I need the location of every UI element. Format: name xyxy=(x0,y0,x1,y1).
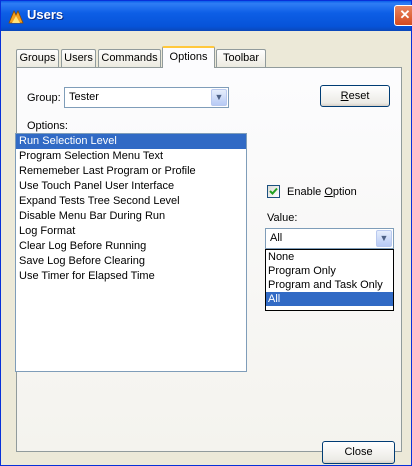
list-item[interactable]: Disable Menu Bar During Run xyxy=(16,209,246,224)
checkmark-icon xyxy=(269,187,278,195)
value-select[interactable]: All ▼ xyxy=(265,228,394,249)
dropdown-option[interactable]: Program Only xyxy=(266,264,393,278)
enable-option-label[interactable]: Enable Option xyxy=(287,186,357,198)
close-button[interactable]: Close xyxy=(322,441,395,464)
enable-option-checkbox[interactable] xyxy=(267,185,280,198)
list-item[interactable]: Program Selection Menu Text xyxy=(16,149,246,164)
list-item[interactable]: Clear Log Before Running xyxy=(16,239,246,254)
close-window-button[interactable]: ✕ xyxy=(394,5,412,26)
dialog-client-area: Groups Users Commands Options Toolbar Gr… xyxy=(4,31,408,464)
users-app-icon xyxy=(8,10,24,24)
enable-label-post: ption xyxy=(332,186,357,198)
options-list[interactable]: Run Selection Level Program Selection Me… xyxy=(15,133,247,372)
list-item[interactable]: Use Touch Panel User Interface xyxy=(16,179,246,194)
chevron-down-icon[interactable]: ▼ xyxy=(211,89,227,106)
dropdown-option[interactable]: Program and Task Only xyxy=(266,278,393,292)
tab-label: Toolbar xyxy=(222,52,260,64)
options-label: Options: xyxy=(27,120,68,132)
value-label: Value: xyxy=(267,212,298,224)
value-dropdown-list[interactable]: None Program Only Program and Task Only … xyxy=(265,249,394,311)
tab-groups[interactable]: Groups xyxy=(16,49,59,67)
list-item[interactable]: Use Timer for Elapsed Time xyxy=(16,269,246,284)
tab-users[interactable]: Users xyxy=(61,49,96,67)
list-item[interactable]: Expand Tests Tree Second Level xyxy=(16,194,246,209)
close-icon: ✕ xyxy=(399,7,411,22)
dropdown-option[interactable]: None xyxy=(266,250,393,264)
window-title: Users xyxy=(27,7,64,22)
tab-label: Users xyxy=(64,52,93,64)
group-label: Group: xyxy=(27,92,61,104)
list-item[interactable]: Log Format xyxy=(16,224,246,239)
tab-label: Commands xyxy=(101,52,158,64)
tab-label: Groups xyxy=(19,52,56,64)
users-dialog: Users ✕ Groups Users Commands Options To… xyxy=(0,0,412,466)
enable-label-pre: Enable xyxy=(287,186,325,198)
enable-accelerator: O xyxy=(324,186,333,198)
title-bar[interactable]: Users ✕ xyxy=(1,1,412,31)
reset-label-post: eset xyxy=(348,90,370,102)
group-value: Tester xyxy=(69,91,99,103)
value-selected: All xyxy=(270,232,283,244)
list-item[interactable]: Rememeber Last Program or Profile xyxy=(16,164,246,179)
tab-options[interactable]: Options xyxy=(162,46,215,68)
chevron-down-icon[interactable]: ▼ xyxy=(376,230,392,247)
dropdown-option[interactable]: All xyxy=(266,292,393,306)
reset-button[interactable]: Reset xyxy=(320,85,390,107)
close-button-label: Close xyxy=(344,446,373,458)
reset-accelerator: R xyxy=(340,90,349,102)
tab-toolbar[interactable]: Toolbar xyxy=(216,49,266,67)
tab-commands[interactable]: Commands xyxy=(98,49,161,67)
list-item[interactable]: Save Log Before Clearing xyxy=(16,254,246,269)
tab-label: Options xyxy=(169,51,208,63)
list-item[interactable]: Run Selection Level xyxy=(16,134,246,149)
group-select[interactable]: Tester ▼ xyxy=(64,87,229,108)
